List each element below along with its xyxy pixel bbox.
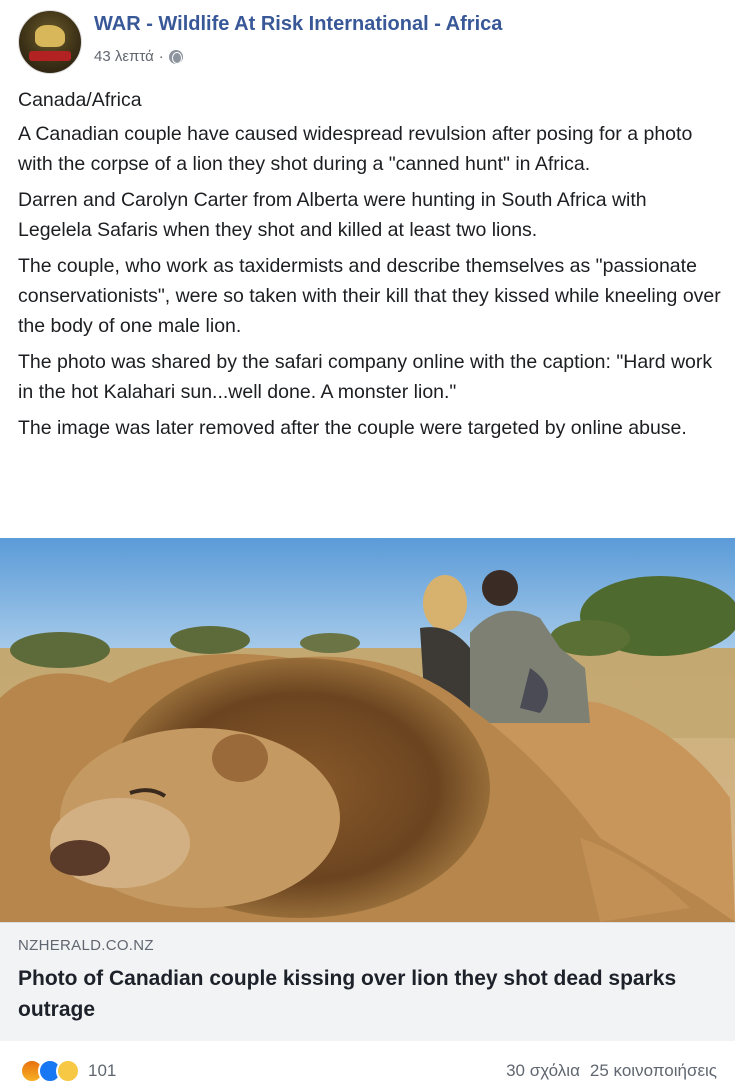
page-name-link[interactable]: WAR - Wildlife At Risk International - A… bbox=[94, 13, 502, 36]
engagement-stats: 30 σχόλια 25 κοινοποιήσεις bbox=[506, 1061, 717, 1081]
avatar-animal-shape bbox=[35, 25, 65, 47]
post-paragraph: The photo was shared by the safari compa… bbox=[18, 351, 713, 403]
post-timestamp[interactable]: 43 λεπτά bbox=[94, 48, 154, 65]
link-domain: NZHERALD.CO.NZ bbox=[18, 937, 154, 954]
post-paragraph: Canada/Africa bbox=[18, 89, 142, 111]
post-paragraph: A Canadian couple have caused widespread… bbox=[18, 123, 693, 175]
shares-count-link[interactable]: 25 κοινοποιήσεις bbox=[590, 1061, 717, 1081]
meta-separator: · bbox=[158, 48, 164, 65]
post-paragraph: Darren and Carolyn Carter from Alberta w… bbox=[18, 189, 647, 241]
avatar-banner bbox=[29, 51, 71, 61]
post-meta: 43 λεπτά · bbox=[94, 48, 183, 65]
page-avatar[interactable] bbox=[18, 10, 82, 74]
post-paragraph: The image was later removed after the co… bbox=[18, 417, 687, 439]
reaction-count: 101 bbox=[88, 1061, 117, 1080]
post-body: Canada/Africa A Canadian couple have cau… bbox=[18, 85, 723, 449]
reactions-summary[interactable]: 101 bbox=[20, 1059, 116, 1083]
sad-icon bbox=[56, 1059, 80, 1083]
post-header: WAR - Wildlife At Risk International - A… bbox=[18, 10, 718, 74]
lion-photo-illustration bbox=[0, 538, 735, 922]
post-footer: 101 30 σχόλια 25 κοινοποιήσεις bbox=[0, 1041, 735, 1083]
link-preview-image[interactable] bbox=[0, 538, 735, 922]
link-preview-card[interactable]: NZHERALD.CO.NZ Photo of Canadian couple … bbox=[0, 922, 735, 1041]
comments-count-link[interactable]: 30 σχόλια bbox=[506, 1061, 580, 1081]
link-headline[interactable]: Photo of Canadian couple kissing over li… bbox=[18, 963, 708, 1025]
globe-icon[interactable] bbox=[168, 49, 183, 64]
post-paragraph: The couple, who work as taxidermists and… bbox=[18, 255, 721, 337]
